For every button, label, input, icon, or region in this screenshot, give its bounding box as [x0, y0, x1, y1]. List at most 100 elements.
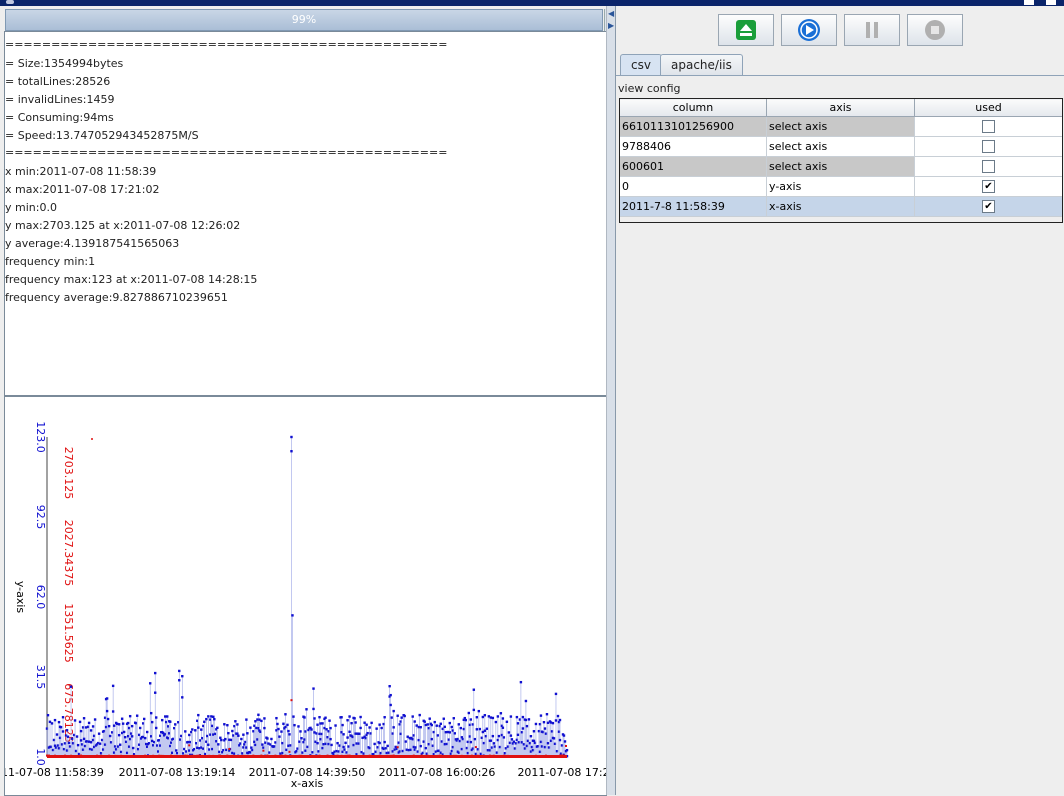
frequency-point	[108, 734, 112, 738]
frequency-point	[334, 724, 337, 727]
frequency-point	[300, 737, 303, 740]
frequency-point	[207, 743, 210, 746]
frequency-point	[443, 725, 446, 729]
frequency-point	[181, 696, 184, 699]
frequency-point	[551, 721, 555, 725]
table-row[interactable]: 0 y-axis ✔	[619, 176, 1063, 197]
frequency-point	[521, 715, 525, 719]
frequency-point	[340, 716, 343, 719]
frequency-point	[66, 735, 70, 738]
column-header-column[interactable]: column	[619, 98, 767, 117]
frequency-point	[117, 733, 121, 737]
split-pane-divider[interactable]: ◀ ▶	[606, 6, 616, 795]
y-tick-label: 1.0	[34, 748, 47, 766]
frequency-point	[98, 742, 102, 745]
table-row[interactable]: 9788406 select axis	[619, 136, 1063, 157]
frequency-point	[142, 717, 146, 721]
frequency-point	[191, 728, 194, 731]
minimize-icon[interactable]	[1024, 0, 1034, 5]
frequency-point	[383, 740, 386, 744]
frequency-point	[130, 724, 134, 728]
frequency-point	[433, 720, 436, 724]
frequency-point	[492, 742, 496, 745]
frequency-point	[55, 733, 59, 736]
frequency-point	[359, 726, 362, 730]
axis-select-cell[interactable]: y-axis	[766, 176, 915, 197]
tab-apache-iis[interactable]: apache/iis	[660, 54, 743, 75]
pause-button[interactable]	[844, 14, 900, 46]
frequency-point	[53, 718, 57, 722]
frequency-point	[75, 735, 79, 738]
collapse-left-icon[interactable]: ◀	[608, 10, 614, 18]
frequency-point	[105, 697, 109, 700]
eject-button[interactable]	[718, 14, 774, 46]
frequency-point	[472, 688, 476, 691]
column-header-used[interactable]: used	[914, 98, 1063, 117]
frequency-point	[151, 720, 154, 724]
frequency-point	[57, 720, 61, 724]
frequency-point	[282, 722, 285, 725]
frequency-point	[260, 719, 263, 723]
frequency-point	[383, 716, 386, 719]
frequency-point	[501, 717, 505, 720]
frequency-point	[457, 723, 460, 726]
frequency-point	[519, 680, 523, 684]
used-checkbox[interactable]: ✔	[982, 200, 995, 214]
frequency-point	[464, 718, 468, 722]
frequency-point	[194, 729, 197, 732]
tab-underline	[616, 75, 1064, 76]
frequency-point	[485, 727, 489, 730]
frequency-point	[220, 738, 223, 742]
frequency-point	[558, 738, 562, 742]
used-cell: ✔	[914, 196, 1063, 217]
column-name-cell: 9788406	[619, 136, 767, 157]
table-row[interactable]: 600601 select axis	[619, 156, 1063, 177]
maximize-icon[interactable]	[1046, 0, 1056, 5]
frequency-point	[556, 714, 560, 718]
used-checkbox[interactable]: ✔	[982, 180, 995, 194]
frequency-point	[423, 720, 426, 723]
value-point	[564, 744, 567, 747]
used-checkbox[interactable]	[982, 160, 995, 174]
axis-select-cell[interactable]: select axis	[766, 136, 915, 157]
stats-line: frequency average:9.827886710239651	[5, 291, 228, 304]
value-peak-point	[91, 438, 93, 440]
frequency-point	[155, 726, 158, 730]
frequency-point	[93, 718, 97, 721]
play-button[interactable]	[781, 14, 837, 46]
axis-select-cell[interactable]: select axis	[766, 116, 915, 137]
value-baseline	[47, 755, 567, 758]
frequency-point	[545, 713, 549, 716]
tab-csv[interactable]: csv	[620, 54, 662, 75]
table-row[interactable]: 2011-7-8 11:58:39 x-axis ✔	[619, 196, 1063, 217]
frequency-point	[419, 744, 422, 748]
used-checkbox[interactable]	[982, 140, 995, 154]
axis-select-cell[interactable]: x-axis	[766, 196, 915, 217]
column-header-axis[interactable]: axis	[766, 98, 915, 117]
frequency-point	[501, 726, 505, 729]
y-tick-label: 123.0	[34, 421, 47, 453]
frequency-point	[111, 710, 115, 713]
frequency-point	[107, 724, 111, 728]
frequency-point	[452, 717, 455, 720]
frequency-point	[491, 734, 495, 738]
frequency-point	[542, 720, 546, 724]
stop-button[interactable]	[907, 14, 963, 46]
collapse-right-icon[interactable]: ▶	[608, 22, 614, 30]
table-row[interactable]: 6610113101256900 select axis	[619, 116, 1063, 137]
frequency-point	[489, 739, 493, 742]
frequency-point	[404, 740, 407, 743]
frequency-point	[50, 722, 54, 725]
frequency-point	[67, 741, 71, 745]
frequency-point	[161, 718, 164, 722]
frequency-point	[284, 713, 287, 716]
frequency-point	[342, 733, 345, 736]
frequency-point	[120, 717, 124, 720]
frequency-point	[388, 684, 391, 688]
frequency-point	[87, 721, 91, 725]
used-checkbox[interactable]	[982, 120, 995, 134]
frequency-point	[236, 723, 239, 726]
axis-select-cell[interactable]: select axis	[766, 156, 915, 177]
stats-line: = Consuming:94ms	[5, 111, 114, 124]
frequency-point	[155, 716, 158, 719]
